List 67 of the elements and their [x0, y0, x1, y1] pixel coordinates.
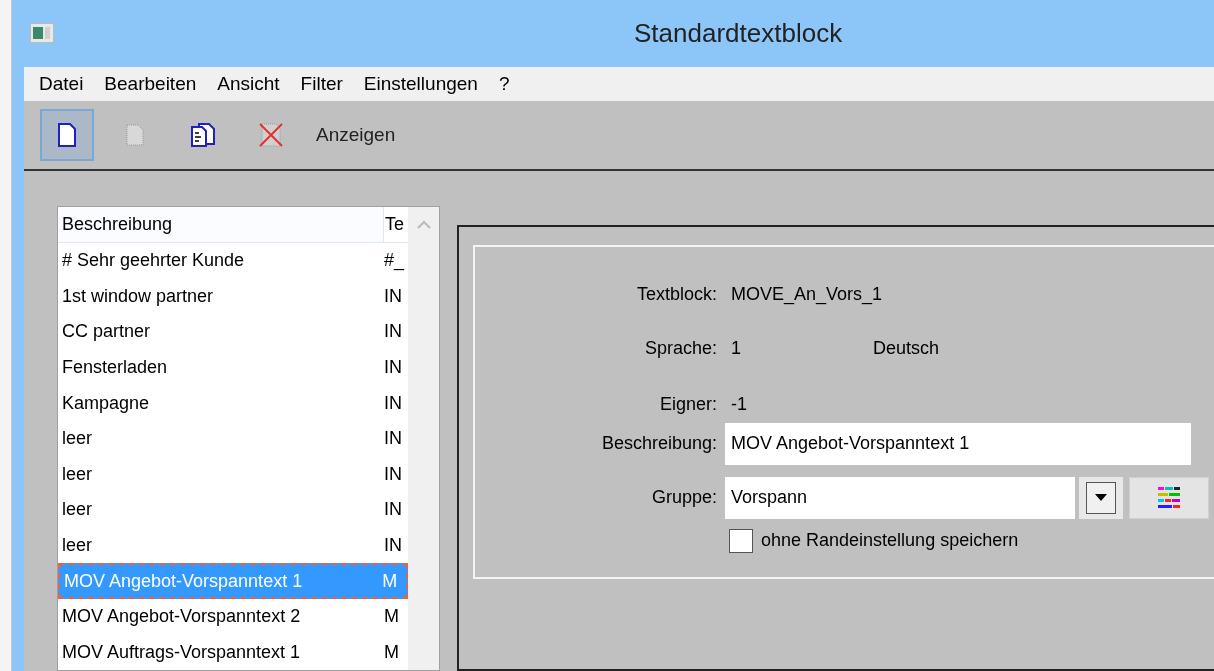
table-cell-text: #_ — [383, 249, 406, 273]
list-row[interactable]: Kampagne IN — [58, 385, 408, 421]
field-label: Gruppe: — [650, 486, 718, 510]
table-cell-text: MOV Angebot-Vorspanntext 1 — [63, 569, 304, 593]
field-value: -1 — [730, 393, 747, 417]
menu-item[interactable]: Bearbeiten — [104, 69, 197, 99]
checkbox[interactable] — [729, 528, 753, 553]
field-label: Textblock: — [635, 283, 718, 307]
caret-down-icon — [1095, 494, 1107, 502]
app-icon — [30, 23, 54, 44]
copy-documents-icon — [190, 122, 216, 147]
menu-item[interactable]: ? — [498, 69, 510, 99]
table-cell-text: M — [381, 569, 399, 593]
checkbox-label: ohne Randeinstellung speichern — [761, 529, 1019, 553]
table-cell-text: 1st window partner — [61, 284, 215, 308]
table-cell-text: IN — [383, 355, 403, 379]
list-row[interactable]: leer IN — [58, 492, 408, 528]
menu-item[interactable]: Ansicht — [217, 69, 280, 99]
colored-lines-icon — [1156, 484, 1182, 511]
table-cell-text: leer — [61, 498, 93, 522]
list-row[interactable]: Fensterladen IN — [58, 349, 408, 386]
dropdown-button[interactable] — [1079, 476, 1123, 519]
table-cell-text: IN — [383, 462, 403, 486]
field-label: Eigner: — [658, 393, 718, 417]
table-cell-text: CC partner — [61, 320, 152, 344]
show-button[interactable]: Anzeigen — [312, 108, 400, 161]
table-cell-text: Fensterladen — [61, 355, 169, 379]
table-cell-text: # Sehr geehrter Kunde — [61, 249, 246, 273]
list-row[interactable]: 1st window partner IN — [58, 278, 408, 315]
document-icon — [126, 123, 144, 146]
table-cell-text: leer — [61, 462, 93, 486]
list-row[interactable]: CC partner IN — [58, 314, 408, 350]
column-header[interactable]: Te — [384, 210, 404, 238]
table-cell-text: leer — [61, 533, 93, 557]
description-field[interactable]: MOV Angebot-Vorspanntext 1 — [725, 422, 1191, 465]
table-cell-text: MOV Auftrags-Vorspanntext 1 — [61, 640, 302, 664]
toolbar-button[interactable] — [40, 108, 94, 161]
list-row[interactable]: MOV Angebot-Vorspanntext 2 M — [58, 598, 408, 635]
table-cell-text: IN — [383, 498, 403, 522]
delete-document-icon — [257, 120, 285, 149]
table-cell-text: Kampagne — [61, 391, 151, 415]
field-label: Sprache: — [643, 337, 718, 361]
new-document-icon — [58, 122, 76, 147]
table-cell-text: MOV Angebot-Vorspanntext 2 — [61, 605, 302, 629]
table-cell-text: IN — [383, 320, 403, 344]
list-row[interactable]: leer IN — [58, 527, 408, 564]
menu-item[interactable]: Filter — [300, 69, 343, 99]
table-cell-text: IN — [383, 533, 403, 557]
table-cell-text: IN — [383, 427, 403, 451]
window-title: Standardtextblock — [634, 16, 843, 50]
menu-item[interactable]: Einstellungen — [363, 69, 478, 99]
language-name: Deutsch — [873, 337, 940, 361]
table-cell-text: leer — [61, 427, 93, 451]
list-row[interactable]: leer IN — [58, 456, 408, 493]
field-value: MOVE_An_Vors_1 — [730, 283, 883, 307]
list-row[interactable]: leer IN — [58, 420, 408, 457]
field-label: Beschreibung: — [600, 432, 718, 456]
menu-item[interactable]: Datei — [39, 69, 84, 99]
table-cell-text: IN — [383, 284, 403, 308]
list-row[interactable]: MOV Auftrags-Vorspanntext 1 M — [58, 634, 408, 670]
table-cell-text: M — [383, 605, 400, 629]
color-settings-button[interactable] — [1129, 476, 1209, 519]
group-field[interactable]: Vorspann — [725, 476, 1075, 519]
table-cell-text: M — [383, 640, 400, 664]
field-value: 1 — [730, 337, 742, 361]
list-row[interactable]: # Sehr geehrter Kunde #_ — [58, 242, 408, 279]
table-cell-text: IN — [383, 391, 403, 415]
